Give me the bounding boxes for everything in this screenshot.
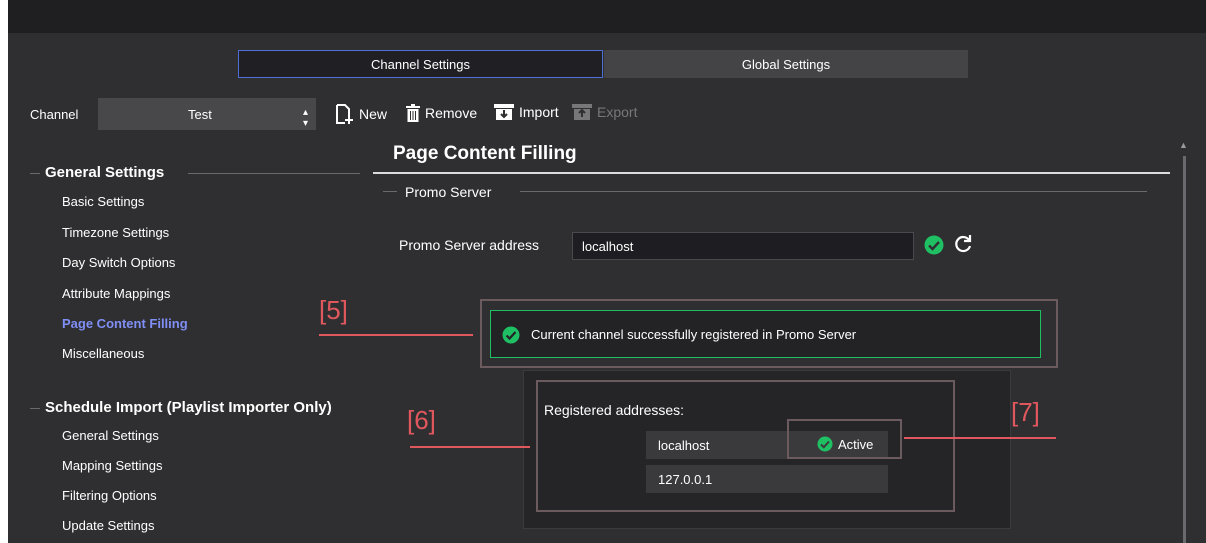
refresh-icon[interactable] (953, 234, 973, 254)
sidebar-item-day-switch-options[interactable]: Day Switch Options (62, 255, 175, 270)
annotation-label-5: [5] (319, 295, 348, 325)
registered-address: 127.0.0.1 (658, 472, 713, 487)
annotation-label-7: [7] (1011, 397, 1040, 427)
sidebar-item-update-settings[interactable]: Update Settings (62, 518, 155, 533)
remove-button[interactable]: Remove (406, 104, 477, 122)
section-divider (188, 173, 360, 174)
annotation-line-6 (410, 446, 530, 448)
registration-status-text: Current channel successfully registered … (531, 327, 857, 342)
vertical-scrollbar[interactable]: ▲ (1178, 140, 1192, 543)
trash-icon (406, 104, 420, 122)
new-page-icon (336, 104, 353, 124)
sidebar-item-miscellaneous[interactable]: Miscellaneous (62, 346, 144, 361)
section-divider (30, 173, 40, 174)
sidebar-item-timezone-settings[interactable]: Timezone Settings (62, 225, 169, 240)
sidebar-item-basic-settings[interactable]: Basic Settings (62, 194, 144, 209)
import-label: Import (519, 104, 559, 120)
registration-status-banner: Current channel successfully registered … (490, 310, 1041, 358)
promo-server-group-title: Promo Server (405, 184, 492, 200)
section-general-settings: General Settings (45, 164, 165, 181)
annotation-box-7 (787, 419, 902, 459)
dropdown-arrows-icon: ▴ ▾ (302, 107, 308, 129)
promo-server-address-input[interactable] (572, 232, 914, 260)
import-button[interactable]: Import (494, 104, 559, 120)
annotation-line-7 (904, 437, 1056, 439)
page-title: Page Content Filling (393, 143, 577, 164)
check-circle-icon (502, 326, 520, 344)
channel-label: Channel (30, 107, 79, 122)
channel-select-value: Test (188, 107, 212, 122)
title-divider (373, 172, 1170, 174)
sidebar-item-mapping-settings[interactable]: Mapping Settings (62, 458, 162, 473)
registered-address-row[interactable]: 127.0.0.1 (646, 465, 888, 493)
promo-server-address-label: Promo Server address (399, 237, 540, 253)
sidebar-item-attribute-mappings[interactable]: Attribute Mappings (62, 286, 170, 301)
scroll-up-icon[interactable]: ▲ (1179, 140, 1188, 150)
check-circle-icon (924, 235, 944, 255)
export-label: Export (597, 104, 638, 120)
annotation-label-6: [6] (407, 405, 436, 435)
annotation-line-5 (319, 334, 473, 336)
remove-label: Remove (425, 105, 478, 121)
new-label: New (359, 106, 388, 122)
channel-select[interactable]: Test ▴ ▾ (98, 98, 316, 130)
sidebar-item-filtering-options[interactable]: Filtering Options (62, 488, 157, 503)
title-bar (8, 0, 1206, 33)
sidebar-item-page-content-filling[interactable]: Page Content Filling (62, 316, 188, 331)
app-window: Channel Settings Global Settings Channel… (8, 0, 1206, 543)
section-schedule-import: Schedule Import (Playlist Importer Only) (45, 399, 332, 416)
toolbar: Channel Test ▴ ▾ New Remove Import Expor… (8, 98, 1206, 130)
registered-addresses-title: Registered addresses: (544, 402, 685, 418)
group-divider (383, 191, 397, 192)
export-icon (572, 104, 592, 120)
section-divider (30, 408, 40, 409)
registered-address: localhost (658, 438, 710, 453)
tab-global-settings[interactable]: Global Settings (604, 50, 968, 78)
scrollbar-track[interactable] (1183, 156, 1186, 543)
import-icon (494, 104, 514, 120)
group-divider (520, 191, 1147, 192)
tab-channel-settings[interactable]: Channel Settings (238, 50, 603, 78)
export-button[interactable]: Export (572, 104, 637, 120)
sidebar-item-schedule-general-settings[interactable]: General Settings (62, 428, 159, 443)
new-button[interactable]: New (334, 104, 387, 124)
